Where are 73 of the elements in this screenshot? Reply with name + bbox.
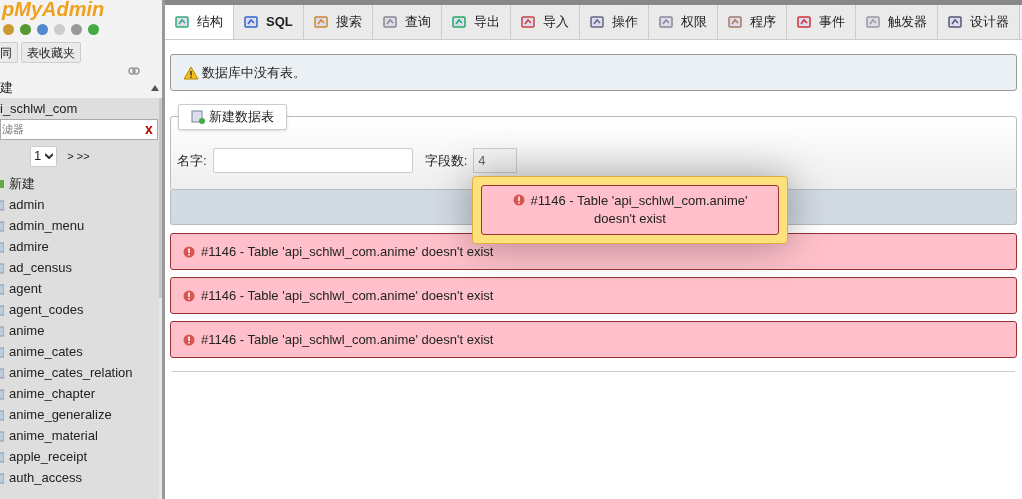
popup-error-text: #1146 - Table 'api_schlwl_com.anime' doesn't exist	[530, 193, 748, 226]
clear-filter-button[interactable]: x	[145, 119, 157, 140]
table-list-item[interactable]: admin_menu	[0, 215, 159, 236]
notice-text: 数据库中没有表。	[202, 63, 306, 82]
error-icon	[183, 289, 195, 302]
table-list-item[interactable]: admin	[0, 194, 159, 215]
table-list-item[interactable]: anime_material	[0, 425, 159, 446]
scroll-up-icon[interactable]	[151, 85, 159, 91]
filter-field[interactable]: 滤器 x	[0, 119, 158, 140]
toolbar-icon[interactable]	[2, 22, 15, 36]
table-list-item[interactable]: 新建	[0, 173, 159, 194]
tab-icon	[658, 15, 673, 29]
toolbar-icon[interactable]	[36, 22, 49, 36]
tab[interactable]: 操作	[579, 5, 649, 39]
tab[interactable]: 触发器	[855, 5, 938, 39]
field-count-field[interactable]: 4	[473, 148, 518, 173]
link-icon[interactable]	[128, 67, 140, 75]
tab[interactable]: SQL	[234, 5, 304, 39]
logo: pMyAdmin	[0, 0, 106, 18]
tab-icon	[313, 15, 328, 29]
table-list-item[interactable]: ad_census	[0, 257, 159, 278]
scrollbar-thumb[interactable]	[158, 98, 162, 298]
table-list-item[interactable]: apple_receipt	[0, 446, 159, 467]
toolbar-icon[interactable]	[87, 22, 100, 36]
tab[interactable]: 导入	[510, 5, 580, 39]
table-list-item[interactable]: admire	[0, 236, 159, 257]
toolbar-icon[interactable]	[53, 22, 66, 36]
warning-icon	[183, 65, 199, 80]
sidebar-button[interactable]: 表收藏夹	[21, 42, 81, 63]
tab-icon	[589, 15, 604, 29]
toolbar-icon[interactable]	[19, 22, 32, 36]
table-list-item[interactable]: anime	[0, 320, 159, 341]
error-icon	[183, 333, 195, 346]
error-message: #1146 - Table 'api_schlwl_com.anime' doesn't exist	[170, 277, 1017, 314]
table-list-item[interactable]: anime_cates	[0, 341, 159, 362]
tab-icon	[796, 15, 811, 29]
sidebar-button[interactable]: 同	[0, 42, 18, 63]
fields-label: 字段数:	[424, 151, 468, 170]
error-icon	[512, 194, 525, 206]
name-label: 名字:	[177, 151, 207, 170]
create-table-legend: 新建数据表	[178, 104, 287, 130]
tab[interactable]: 查询	[372, 5, 442, 39]
tab-icon	[244, 15, 258, 29]
table-list-item[interactable]: anime_cates_relation	[0, 362, 159, 383]
tab[interactable]: 搜索	[303, 5, 373, 39]
database-name[interactable]: i_schlwl_com	[0, 98, 159, 119]
error-message: #1146 - Table 'api_schlwl_com.anime' doesn't exist	[170, 321, 1017, 358]
tab-icon	[727, 15, 742, 29]
toolbar-icon[interactable]	[70, 22, 83, 36]
tab-icon	[520, 15, 535, 29]
page-next-link[interactable]: > >>	[67, 147, 90, 165]
tab[interactable]: 导出	[441, 5, 511, 39]
tab[interactable]: 设计器	[937, 5, 1020, 39]
table-list-item[interactable]: auth_access	[0, 467, 159, 488]
table-list-item[interactable]: anime_generalize	[0, 404, 159, 425]
tab-icon	[451, 15, 466, 29]
page-select[interactable]: 1	[30, 145, 58, 167]
tab-icon	[947, 15, 962, 29]
tab[interactable]: 结构	[165, 5, 234, 39]
table-list-item[interactable]: agent_codes	[0, 299, 159, 320]
new-table-icon	[191, 110, 205, 124]
tab-icon	[865, 15, 880, 29]
tab-icon	[382, 15, 397, 29]
caret-icon	[45, 153, 54, 159]
tab[interactable]: 权限	[648, 5, 718, 39]
error-icon	[183, 245, 195, 258]
table-name-field[interactable]	[212, 148, 413, 173]
table-list-item[interactable]: agent	[0, 278, 159, 299]
table-list-item[interactable]: anime_chapter	[0, 383, 159, 404]
tab[interactable]: 事件	[786, 5, 856, 39]
new-database-link[interactable]: 建	[0, 78, 13, 98]
tab[interactable]: 程序	[717, 5, 787, 39]
tab-icon	[175, 15, 189, 29]
